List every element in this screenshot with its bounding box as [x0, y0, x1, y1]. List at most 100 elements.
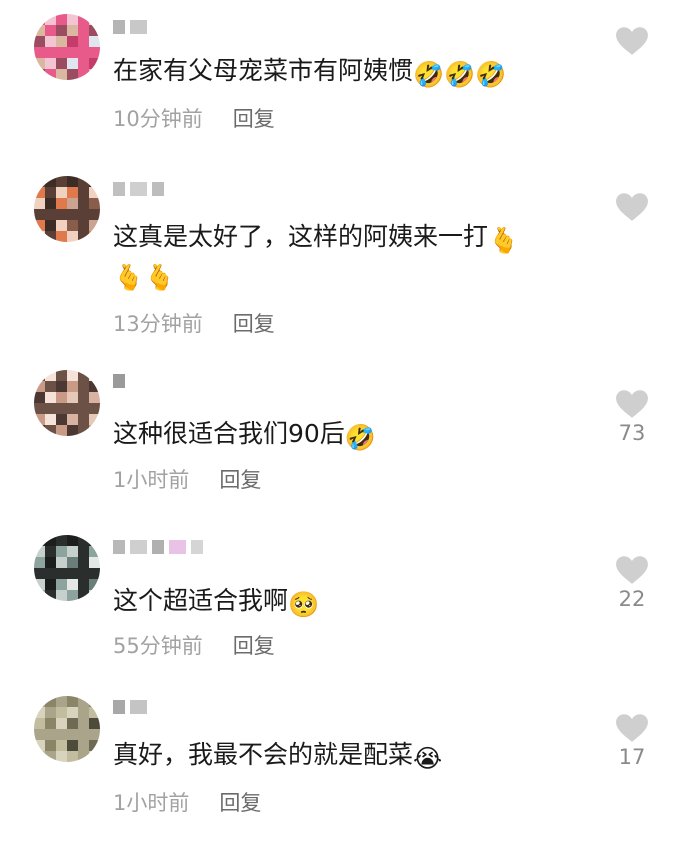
reply-button[interactable]: 回复 [233, 634, 275, 658]
avatar-pixel [45, 14, 56, 25]
avatar[interactable] [34, 696, 100, 762]
avatar-pixel [89, 707, 100, 718]
avatar-pixel [89, 414, 100, 425]
avatar-pixel [78, 740, 89, 751]
avatar-pixel [78, 718, 89, 729]
heart-icon [616, 714, 648, 742]
like-count: 22 [618, 587, 646, 611]
pleading-face-emoji: 🥺 [288, 590, 320, 619]
avatar-pixel [56, 370, 67, 381]
username-label: 霜雪雨雾 [113, 180, 169, 200]
reply-button[interactable]: 回复 [219, 468, 261, 492]
avatar-pixel [34, 403, 45, 414]
avatar-pixel [34, 579, 45, 590]
like-button[interactable]: 22 [612, 555, 652, 611]
avatar-pixel [34, 414, 45, 425]
avatar[interactable] [34, 14, 100, 80]
avatar-pixel [78, 403, 89, 414]
avatar-pixel [34, 740, 45, 751]
avatar-pixel [89, 187, 100, 198]
avatar-pixel [89, 579, 100, 590]
avatar-pixel [56, 414, 67, 425]
avatar-pixel [34, 187, 45, 198]
avatar-pixel [45, 729, 56, 740]
avatar-pixel [56, 740, 67, 751]
avatar-pixel [56, 69, 67, 80]
reply-button[interactable]: 回复 [233, 107, 275, 131]
avatar-pixel [78, 36, 89, 47]
avatar-pixel [45, 751, 56, 762]
laughing-crying-emoji: 🤣🤣🤣 [413, 60, 507, 89]
reply-button[interactable]: 回复 [219, 791, 261, 815]
avatar-pixel [34, 751, 45, 762]
avatar-pixel [34, 198, 45, 209]
avatar-pixel [67, 176, 78, 187]
avatar-pixel [45, 220, 56, 231]
avatar-pixel [56, 568, 67, 579]
avatar-pixel [89, 718, 100, 729]
avatar-pixel [45, 696, 56, 707]
avatar-pixel [45, 707, 56, 718]
username-pixel [191, 540, 203, 554]
avatar-pixel [67, 370, 78, 381]
avatar-pixel [78, 751, 89, 762]
finger-heart-emoji: 🫰🫰 [113, 263, 176, 292]
avatar-pixel [56, 381, 67, 392]
avatar-pixel [56, 546, 67, 557]
avatar-pixel [56, 535, 67, 546]
like-button[interactable] [612, 26, 652, 58]
avatar-pixel [78, 590, 89, 601]
avatar-pixel [67, 58, 78, 69]
reply-button[interactable]: 回复 [233, 312, 275, 336]
avatar-pixel [89, 198, 100, 209]
avatar-pixel [78, 14, 89, 25]
avatar-pixel [89, 392, 100, 403]
avatar-pixel [34, 36, 45, 47]
avatar-pixel [45, 579, 56, 590]
avatar-pixel [78, 209, 89, 220]
heart-icon [616, 27, 648, 55]
avatar-pixel [56, 392, 67, 403]
avatar-pixel [45, 392, 56, 403]
avatar-pixel [67, 36, 78, 47]
like-button[interactable]: 73 [612, 389, 652, 445]
timestamp: 1小时前 [113, 468, 190, 492]
avatar-pixel [67, 590, 78, 601]
avatar-pixel [78, 69, 89, 80]
avatar-pixel [89, 590, 100, 601]
like-button[interactable]: 17 [612, 713, 652, 769]
avatar-pixel [67, 198, 78, 209]
avatar[interactable] [34, 535, 100, 601]
avatar-pixel [78, 187, 89, 198]
avatar-pixel [78, 198, 89, 209]
avatar-pixel [89, 729, 100, 740]
avatar-pixel [45, 176, 56, 187]
avatar-pixel [67, 414, 78, 425]
avatar-pixel [67, 392, 78, 403]
avatar-pixel [45, 535, 56, 546]
avatar-pixel [56, 425, 67, 436]
avatar-pixel [34, 568, 45, 579]
avatar-pixel [89, 220, 100, 231]
avatar[interactable] [34, 370, 100, 436]
avatar-pixel [45, 590, 56, 601]
avatar-pixel [89, 425, 100, 436]
avatar-pixel [45, 187, 56, 198]
like-count: 17 [618, 745, 646, 769]
avatar[interactable] [34, 176, 100, 242]
avatar-pixel [67, 425, 78, 436]
username-label: 小 [113, 372, 127, 392]
avatar-pixel [34, 696, 45, 707]
avatar-pixel [34, 729, 45, 740]
comment-text: 在家有父母宠菜市有阿姨惯🤣🤣🤣 [113, 56, 507, 89]
avatar-pixel [34, 546, 45, 557]
avatar-pixel [45, 231, 56, 242]
comment-text: 真好，我最不会的就是配菜😭 [113, 740, 443, 773]
avatar-pixel [78, 25, 89, 36]
avatar-pixel [34, 176, 45, 187]
avatar-pixel [67, 209, 78, 220]
like-button[interactable] [612, 192, 652, 224]
avatar-pixel [34, 392, 45, 403]
avatar-pixel [89, 546, 100, 557]
avatar-pixel [56, 231, 67, 242]
